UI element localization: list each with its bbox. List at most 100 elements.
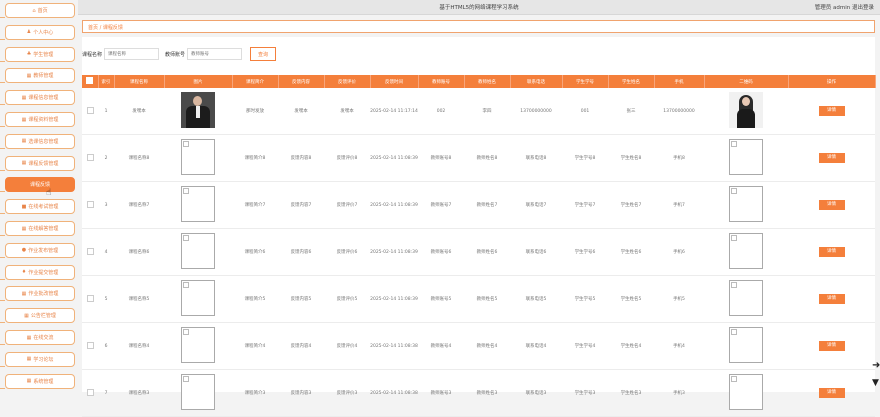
row-checkbox[interactable] <box>86 294 94 302</box>
sidebar-item[interactable]: ▦ 在线解答管理 <box>5 221 75 236</box>
sidebar-item-label: 选课信息管理 <box>28 138 59 145</box>
sidebar-item[interactable]: ▦ 系统管理 <box>5 373 75 389</box>
cell-index: 7 <box>98 369 114 417</box>
sidebar-item[interactable]: ⌂ 首页 <box>5 3 75 18</box>
cell-tname: 教师姓名4 <box>464 322 510 370</box>
cell-intro: 课程简介7 <box>232 181 278 229</box>
sidebar-item[interactable]: ▦ 教师管理 <box>5 68 75 84</box>
course-image <box>181 233 215 269</box>
cell-sname: 张三 <box>608 88 654 135</box>
row-checkbox[interactable] <box>86 247 94 255</box>
cell-tname: 教师姓名7 <box>464 181 510 229</box>
course-image <box>181 374 215 410</box>
cell-time: 2025-02-14 11:08:39 <box>370 134 418 182</box>
cell-sno: 学生学号7 <box>562 181 608 229</box>
qrcode-image <box>729 374 763 410</box>
search-button[interactable]: 查询 <box>250 47 277 61</box>
cell-content: 反馈内容5 <box>278 275 324 323</box>
image-cell <box>164 88 232 135</box>
menu-icon: ▦ <box>26 334 32 341</box>
sidebar-item[interactable]: ● 作业发布管理 <box>5 242 75 258</box>
cell-time: 2025-02-14 11:17:14 <box>370 88 418 135</box>
cell-mobile: 手机5 <box>654 275 704 323</box>
sidebar-item[interactable]: ▦ 学习论坛 <box>5 351 75 367</box>
cell-tname: 教师姓名5 <box>464 275 510 323</box>
sidebar-item[interactable]: ▦ 选课信息管理 <box>5 133 75 149</box>
sidebar-item[interactable]: ▦ 公告栏管理 <box>5 308 75 324</box>
qrcode-cell <box>704 134 788 182</box>
sidebar-item[interactable]: ▦ 作业批改管理 <box>5 286 75 302</box>
detail-button[interactable]: 详情 <box>818 247 845 257</box>
detail-button[interactable]: 详情 <box>818 341 845 351</box>
sidebar-divider <box>0 278 5 280</box>
sidebar-divider <box>0 17 5 18</box>
image-cell <box>164 228 232 276</box>
cell-time: 2025-02-14 11:08:39 <box>370 181 418 229</box>
menu-icon: ● <box>21 247 27 254</box>
sidebar-item[interactable]: ■ 在线考试管理 <box>5 199 75 215</box>
cell-review: 发嘿本 <box>324 88 370 135</box>
sidebar-item[interactable]: ▦ 课程反馈管理 <box>5 155 75 171</box>
user-info[interactable]: 管理员 admin 退出登录 <box>815 3 874 11</box>
sidebar-divider <box>0 191 5 193</box>
sidebar-item[interactable]: ▦ 在线交流 <box>5 330 75 345</box>
cell-course: 发嘿本 <box>114 88 164 135</box>
sidebar-item-label: 教师管理 <box>33 73 54 80</box>
cell-content: 反馈内容4 <box>278 322 324 370</box>
row-checkbox[interactable] <box>86 200 94 208</box>
detail-button[interactable]: 详情 <box>818 106 845 116</box>
sidebar-divider <box>0 256 5 258</box>
sidebar-item[interactable]: ▦ 课程信息管理 <box>5 90 75 106</box>
sidebar-divider <box>0 387 5 389</box>
cell-tno: 教师账号3 <box>418 369 464 417</box>
scroll-down-icon[interactable]: ▼ <box>872 378 880 388</box>
sidebar-item[interactable]: ♣ 学生管理 <box>5 46 75 62</box>
cell-mobile: 手机4 <box>654 322 704 370</box>
cell-tno: 教师账号6 <box>418 228 464 276</box>
detail-button[interactable]: 详情 <box>818 388 845 398</box>
table-row: 2 课程名称8 课程简介8 反馈内容8 反馈评价8 2025-02-14 11:08:39… <box>82 134 875 182</box>
cell-mobile: 手机7 <box>654 181 704 229</box>
cell-sname: 学生姓名5 <box>608 275 654 323</box>
menu-icon: ▦ <box>24 312 29 319</box>
cell-index: 1 <box>98 88 114 135</box>
detail-button[interactable]: 详情 <box>818 153 845 163</box>
cell-review: 反馈评价7 <box>324 181 370 229</box>
sidebar-item-label: 课程反馈管理 <box>28 160 59 167</box>
teacher-account-input[interactable] <box>187 48 243 60</box>
sidebar-item-label: 课程资料管理 <box>28 117 59 123</box>
row-checkbox[interactable] <box>86 388 94 396</box>
detail-button[interactable]: 详情 <box>818 200 845 210</box>
row-checkbox[interactable] <box>86 153 94 161</box>
cell-review: 反馈评价3 <box>324 369 370 417</box>
cell-review: 反馈评价5 <box>324 275 370 323</box>
column-header: 反馈时间 <box>370 75 419 88</box>
row-checkbox-cell <box>82 88 98 135</box>
select-all-checkbox[interactable] <box>86 77 94 84</box>
qrcode-image <box>729 233 763 269</box>
cell-sno: 学生学号6 <box>562 228 608 276</box>
sidebar-item[interactable]: ♦ 作业提交管理 <box>5 264 75 280</box>
top-bar: 基于HTML5的网络课程学习系统 管理员 admin 退出登录 <box>78 0 880 15</box>
sidebar-item-label: 在线交流 <box>33 335 54 341</box>
row-checkbox-cell <box>82 322 98 370</box>
menu-icon: ▦ <box>26 356 32 363</box>
cell-content: 反馈内容7 <box>278 181 324 229</box>
column-header[interactable] <box>82 75 99 88</box>
scroll-arrow-icon[interactable]: ➜ <box>872 360 880 372</box>
course-image <box>181 327 215 363</box>
sidebar-item[interactable]: ♟ 个人中心 <box>5 24 75 40</box>
row-checkbox[interactable] <box>86 106 94 114</box>
image-cell <box>164 275 232 323</box>
cell-sno: 学生学号4 <box>562 322 608 370</box>
breadcrumb: 首页 / 课程反馈 <box>82 20 875 33</box>
column-header: 二维码 <box>704 75 789 88</box>
row-checkbox[interactable] <box>86 341 94 349</box>
cell-index: 2 <box>98 134 114 182</box>
course-name-input[interactable] <box>104 48 160 60</box>
qrcode-image <box>729 92 763 128</box>
detail-button[interactable]: 详情 <box>818 294 845 304</box>
sidebar-item[interactable]: 课程反馈 <box>5 177 75 193</box>
column-header: 课程简介 <box>232 75 279 88</box>
sidebar-item[interactable]: ▦ 课程资料管理 <box>5 112 75 127</box>
